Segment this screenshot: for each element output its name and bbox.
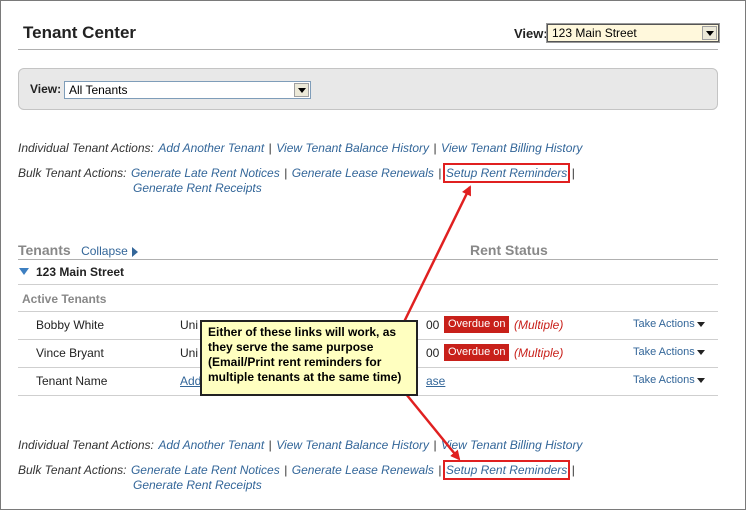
- annotation-callout: Either of these links will work, as they…: [200, 320, 418, 396]
- annotation-arrows: [402, 185, 472, 461]
- arrow-to-top-link: [402, 185, 472, 323]
- arrow-to-bottom-link: [405, 393, 461, 461]
